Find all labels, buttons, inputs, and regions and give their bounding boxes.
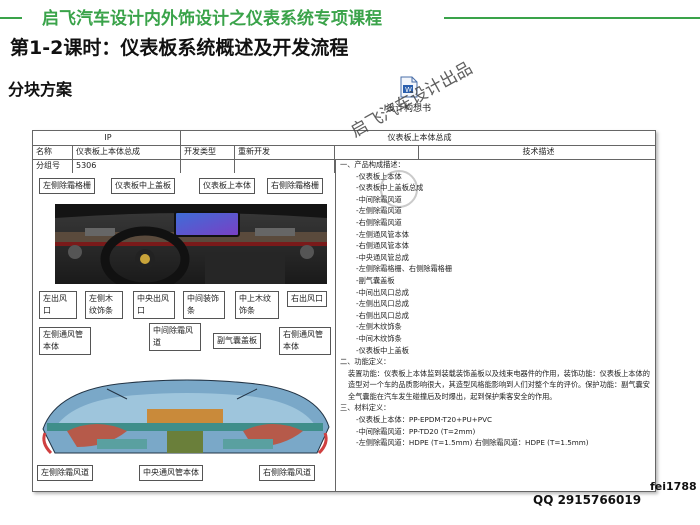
list-item: -左侧除霜风道：HDPE (T=1.5mm) 右侧除霜风道：HDPE (T=1.… [356, 438, 589, 448]
table-cell: 重新开发 [235, 145, 335, 159]
label-left-duct: 左侧通风管本体 [39, 327, 91, 355]
table-cell: 分组号 [33, 159, 73, 173]
list-item: -中间木纹饰条 [356, 333, 402, 343]
list-item: -仪表板中上盖板 [356, 345, 409, 355]
list-item: -中间除霜风道：PP-TD20 (T=2mm) [356, 426, 476, 436]
table-cell: 开发类型 [181, 145, 235, 159]
table-cell: 技术描述 [522, 147, 555, 156]
watermark-seal [380, 170, 418, 208]
table-cell: 5306 [73, 159, 181, 173]
watermark-text: 启飞汽车设计出品 [347, 58, 477, 142]
list-item: -左侧木纹饰条 [356, 322, 402, 332]
column-divider [335, 159, 336, 491]
label-upper-wood-trim: 中上木纹饰条 [235, 291, 279, 319]
header-rule-left [0, 17, 22, 19]
table-cell: 仪表板上本体总成 [387, 133, 452, 142]
list-item: -左侧出风口总成 [356, 299, 409, 309]
label-left-vent: 左出风口 [39, 291, 77, 319]
author-id: fei1788 [650, 480, 697, 493]
lesson-title: 第1-2课时：仪表板系统概述及开发流程 [10, 37, 349, 59]
label-right-duct: 右侧通风管本体 [279, 327, 331, 355]
table-cell [335, 145, 419, 159]
section-heading: 三、材料定义： [340, 403, 391, 413]
label-passenger-airbag-cover: 副气囊盖板 [213, 333, 261, 349]
table-cell: 仪表板上本体总成 [73, 145, 181, 159]
label-center-vent: 中央出风口 [133, 291, 175, 319]
header-rule-right [444, 17, 700, 19]
label-center-vent-duct: 中央通风管本体 [139, 465, 203, 481]
list-item: -中间出风口总成 [356, 287, 409, 297]
list-item: -中央通风管总成 [356, 252, 409, 262]
label-right-defrost-duct: 右侧除霜风道 [259, 465, 315, 481]
list-item: -仪表板上本体：PP-EPDM-T20+PU+PVC [356, 415, 493, 425]
label-center-defrost-duct: 中间除霜风道 [149, 323, 201, 351]
table-cell [181, 159, 235, 173]
list-item: -副气囊盖板 [356, 275, 395, 285]
list-item: -左侧除霜格栅、右侧除霜格栅 [356, 264, 453, 274]
table-cell: 名称 [33, 145, 73, 159]
dashboard-photo [55, 204, 327, 284]
label-ip-upper-body: 仪表板上本体 [199, 178, 255, 194]
label-left-wood-trim: 左侧木纹饰条 [85, 291, 123, 319]
label-left-defrost-duct: 左侧除霜风道 [37, 465, 93, 481]
label-ip-upper-cover: 仪表板中上盖板 [111, 178, 175, 194]
list-item: -右侧出风口总成 [356, 310, 409, 320]
author-qq: QQ 2915766019 [533, 493, 642, 507]
label-left-defrost-grille: 左侧除霜格栅 [39, 178, 95, 194]
label-center-trim: 中间装饰条 [183, 291, 225, 319]
design-spec-document: IP 仪表板上本体总成 名称 仪表板上本体总成 开发类型 重新开发 技术描述 分… [32, 130, 656, 492]
label-right-vent: 右出风口 [287, 291, 327, 307]
function-paragraph: 装置功能：仪表板上本体监到装载装饰盖板以及线束电器件的作用，装饰功能：仪表板上本… [348, 368, 650, 401]
list-item: -左侧通风管本体 [356, 229, 409, 239]
label-right-defrost-grille: 右侧除霜格栅 [267, 178, 323, 194]
course-title: 启飞汽车设计内外饰设计之仪表系统专项课程 [42, 9, 382, 29]
section-heading: 二、功能定义： [340, 357, 391, 367]
list-item: -左侧除霜风道 [356, 206, 402, 216]
list-item: -右侧除霜风道 [356, 217, 402, 227]
ip-structure-render [37, 369, 333, 459]
table-row: IP 仪表板上本体总成 [33, 131, 655, 146]
list-item: -右侧通风管本体 [356, 241, 409, 251]
table-cell [235, 159, 335, 173]
section-title: 分块方案 [8, 80, 73, 99]
table-row: 名称 仪表板上本体总成 开发类型 重新开发 技术描述 [33, 145, 655, 160]
table-cell: IP [33, 131, 181, 145]
section-heading: 一、产品构成描述： [340, 160, 405, 169]
